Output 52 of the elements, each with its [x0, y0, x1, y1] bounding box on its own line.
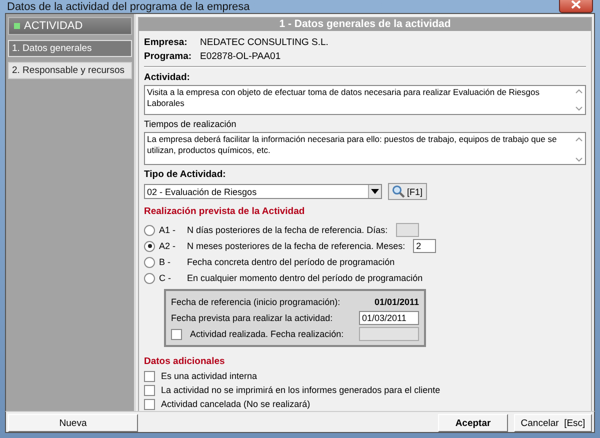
cancel-button[interactable]: Cancelar [Esc]	[514, 414, 592, 432]
text-area[interactable]: La empresa deberá facilitar la información necesaria para ello: puestos de trabajo, equipos de trabajo que se utilizan, productos químicos, etc.	[144, 132, 586, 165]
field-label: Fecha de referencia (inicio programación):	[171, 297, 342, 307]
radio-button[interactable]	[144, 272, 155, 284]
option-key: C -	[159, 273, 183, 283]
text-value: La empresa deberá facilitar la información necesaria para ello: puestos de trabajo, equipos de trabajo que se utilizan, productos químicos, etc.	[146, 133, 558, 157]
activity-type-dropdown[interactable]: 02 - Evaluación de Riesgos	[144, 184, 382, 199]
field-label: Programa:	[144, 50, 193, 62]
dropdown-arrow-icon	[371, 189, 379, 194]
search-icon	[392, 185, 405, 198]
checkbox-label: Actividad realizada. Fecha realización:	[190, 329, 345, 339]
option-key: A2 -	[159, 241, 183, 251]
text-value: Visita a la empresa con objeto de efectuar toma de datos necesaria para realizar Evaluación de Riesgos Laborales	[146, 86, 540, 110]
sidebar-item[interactable]: 1. Datos generales	[8, 40, 132, 57]
close-icon	[571, 0, 581, 9]
date-field[interactable]: 01/03/2011	[359, 311, 419, 325]
option-label: N días posteriores de la fecha de referencia. Días:	[187, 225, 388, 235]
reference-date: 01/01/2011	[374, 297, 419, 307]
radio-button[interactable]	[144, 224, 155, 236]
field-label: Empresa:	[144, 36, 188, 48]
checkbox[interactable]	[144, 398, 155, 410]
sidebar-item[interactable]: 2. Responsable y recursos	[8, 62, 132, 79]
checkbox-label: Actividad cancelada (No se realizará)	[161, 399, 310, 409]
field-value: NEDATEC CONSULTING S.L.	[200, 36, 328, 48]
input-field[interactable]: 2	[413, 239, 436, 253]
option-label: Fecha concreta dentro del período de programación	[187, 257, 395, 267]
checkbox[interactable]	[144, 384, 155, 396]
section-title: Realización prevista de la Actividad	[144, 206, 306, 219]
accept-button[interactable]: Aceptar	[438, 414, 508, 432]
checkbox-label: La actividad no se imprimirá en los informes generados para el cliente	[161, 385, 440, 395]
field-value: E02878-OL-PAA01	[200, 50, 281, 62]
section-title: Datos adicionales	[144, 356, 226, 369]
new-button[interactable]: Nueva	[8, 414, 138, 432]
checkbox-label: Es una actividad interna	[161, 371, 258, 381]
field-label: Actividad:	[144, 72, 191, 85]
option-key: A1 -	[159, 225, 183, 235]
square-icon	[14, 23, 20, 29]
option-label: N meses posteriores de la fecha de referencia. Meses:	[187, 241, 406, 251]
option-label: En cualquier momento dentro del período de programación	[187, 273, 423, 283]
close-button[interactable]	[559, 0, 593, 12]
window-title: Datos de la actividad del programa de la empresa	[6, 0, 250, 12]
panel-title: 1 - Datos generales de la actividad	[139, 18, 591, 31]
search-button[interactable]: [F1]	[388, 183, 427, 200]
checkbox[interactable]	[144, 370, 155, 382]
field-label: Fecha prevista para realizar la actividad:	[171, 313, 334, 323]
field-label: Tiempos de realización	[144, 119, 238, 131]
text-area[interactable]: Visita a la empresa con objeto de efectuar toma de datos necesaria para realizar Evaluación de Riesgos Laborales	[144, 85, 586, 115]
radio-button[interactable]	[144, 240, 155, 252]
field-label: Tipo de Actividad:	[144, 169, 227, 182]
option-key: B -	[159, 257, 183, 267]
sidebar-title: ACTIVIDAD	[24, 20, 83, 32]
radio-button[interactable]	[144, 256, 155, 268]
